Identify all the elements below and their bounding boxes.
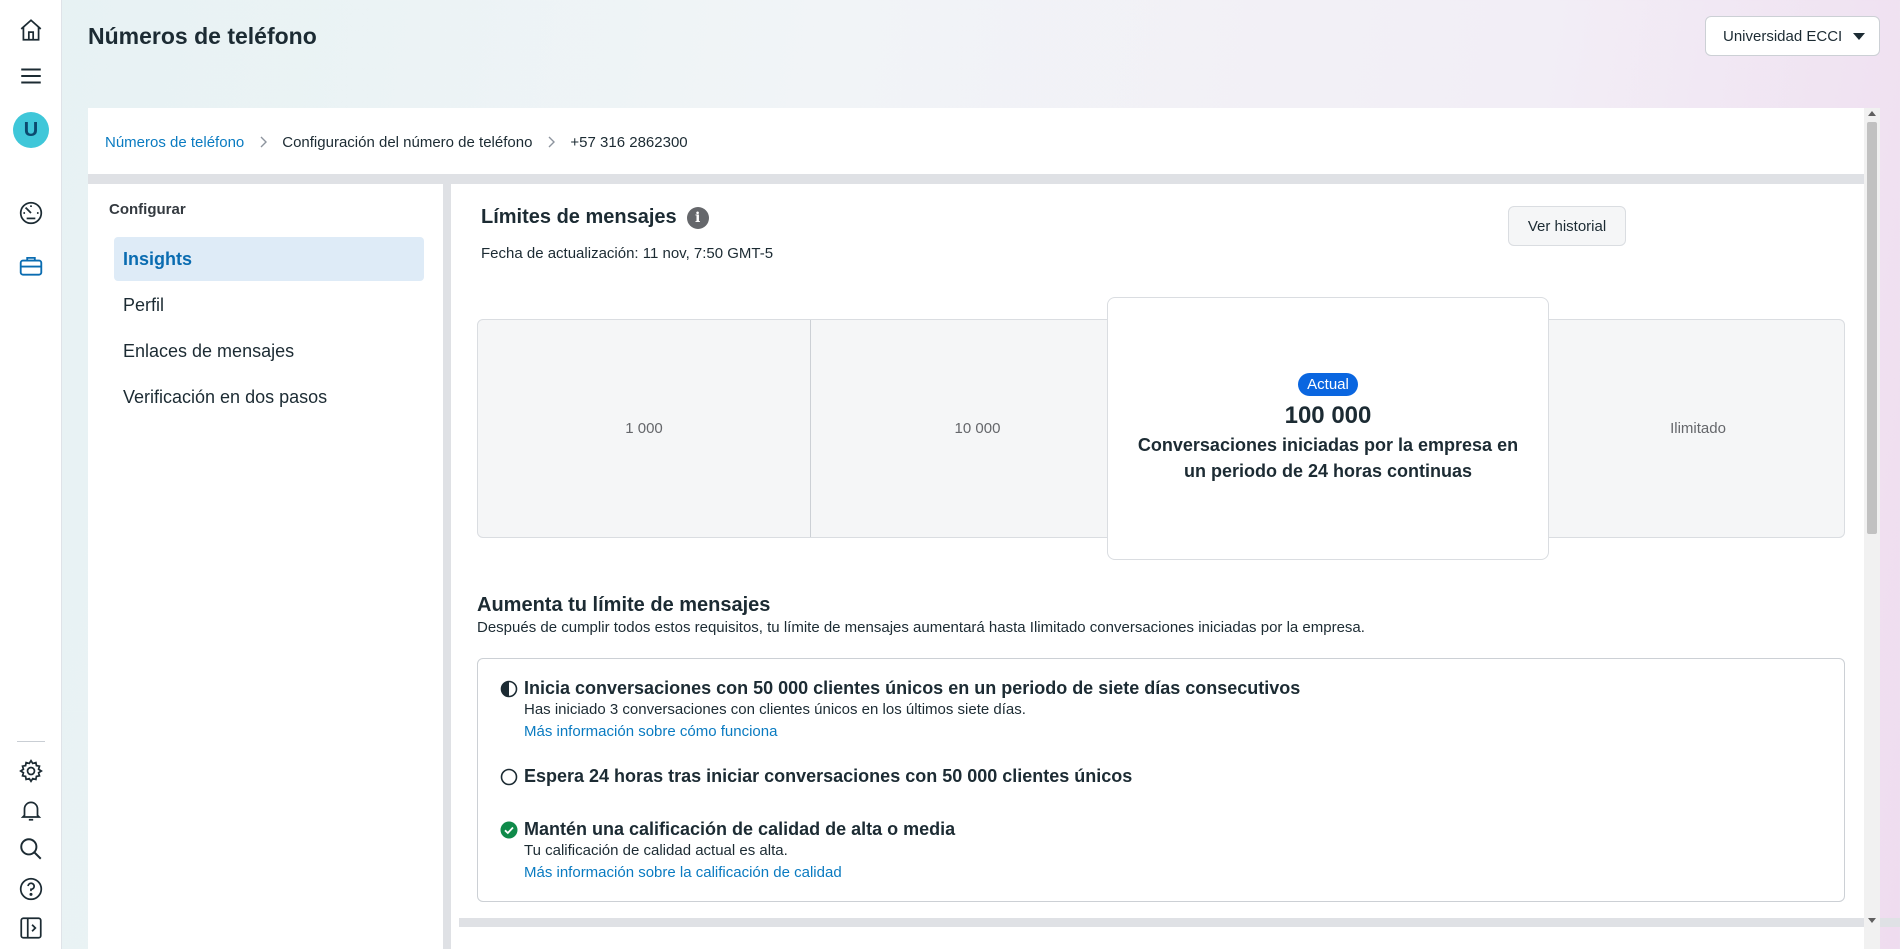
briefcase-icon[interactable] — [17, 252, 45, 280]
section-separator — [459, 918, 1900, 949]
limits-title: Límites de mensajes — [481, 206, 677, 228]
speedometer-icon[interactable] — [17, 199, 45, 227]
sidebar-item-message-links[interactable]: Enlaces de mensajes — [114, 329, 424, 373]
sidebar-heading: Configurar — [109, 201, 186, 218]
gear-icon[interactable] — [17, 757, 45, 785]
account-selector-label: Universidad ECCI — [1723, 27, 1843, 45]
avatar[interactable]: U — [13, 112, 49, 148]
requirement-text: Tu calificación de calidad actual es alt… — [524, 842, 788, 859]
requirement-title: Inicia conversaciones con 50 000 cliente… — [524, 678, 1301, 698]
learn-more-link[interactable]: Más información sobre cómo funciona — [524, 721, 1824, 743]
scroll-up-arrow-icon[interactable] — [1868, 111, 1876, 116]
vertical-scrollbar[interactable] — [1864, 108, 1880, 949]
breadcrumb-phone-numbers[interactable]: Números de teléfono — [105, 134, 244, 151]
current-badge: Actual — [1298, 373, 1358, 396]
scrollbar-thumb[interactable] — [1867, 122, 1877, 534]
page-title: Números de teléfono — [88, 23, 317, 49]
insights-content: Límites de mensajes i Fecha de actualiza… — [459, 184, 1900, 949]
requirement-text: Has iniciado 3 conversaciones con client… — [524, 701, 1026, 718]
check-circle-icon — [500, 821, 518, 839]
breadcrumb-phone-config[interactable]: Configuración del número de teléfono — [282, 134, 532, 151]
search-icon[interactable] — [17, 835, 45, 863]
tier-1000: 1 000 — [625, 420, 663, 437]
requirement-title: Mantén una calificación de calidad de al… — [524, 819, 956, 839]
requirements-box: Inicia conversaciones con 50 000 cliente… — [477, 658, 1845, 902]
current-tier-description: Conversaciones iniciadas por la empresa … — [1137, 435, 1519, 481]
account-selector[interactable]: Universidad ECCI — [1705, 16, 1880, 56]
menu-icon[interactable] — [17, 62, 45, 90]
tier-10000: 10 000 — [954, 420, 1001, 437]
sidebar-item-two-step[interactable]: Verificación en dos pasos — [114, 375, 424, 419]
empty-circle-icon — [500, 768, 518, 786]
tier-unlimited: Ilimitado — [1670, 420, 1726, 437]
increase-title: Aumenta tu límite de mensajes — [477, 594, 771, 616]
sidebar-item-insights[interactable]: Insights — [114, 237, 424, 281]
requirement-title: Espera 24 horas tras iniciar conversacio… — [524, 766, 1133, 786]
half-progress-icon — [500, 680, 518, 698]
main-panel: Números de teléfono Configuración del nú… — [88, 108, 1900, 949]
help-icon[interactable] — [17, 875, 45, 903]
info-icon[interactable]: i — [686, 206, 709, 229]
caret-down-icon — [1853, 33, 1865, 40]
breadcrumb-current-number: +57 316 2862300 — [570, 133, 688, 151]
updated-date: Fecha de actualización: 11 nov, 7:50 GMT… — [481, 245, 774, 262]
limits-section: Límites de mensajes i — [481, 206, 709, 229]
breadcrumb: Números de teléfono Configuración del nú… — [105, 130, 688, 154]
learn-more-link[interactable]: Más información sobre la calificación de… — [524, 862, 1824, 884]
increase-description: Después de cumplir todos estos requisito… — [477, 619, 1365, 636]
current-tier-card: Actual 100 000 Conversaciones iniciadas … — [1107, 297, 1549, 560]
scroll-down-arrow-icon[interactable] — [1868, 918, 1876, 923]
view-history-button[interactable]: Ver historial — [1508, 206, 1626, 246]
rail-divider — [17, 741, 45, 742]
chevron-right-icon — [258, 136, 268, 148]
current-tier-value: 100 000 — [1284, 402, 1372, 429]
separator — [88, 174, 1864, 184]
bell-icon[interactable] — [17, 796, 45, 824]
chevron-right-icon — [546, 136, 556, 148]
panel-toggle-icon[interactable] — [17, 914, 45, 942]
sidebar-item-profile[interactable]: Perfil — [114, 283, 424, 327]
left-nav-rail: U — [0, 0, 62, 949]
config-sidebar: Configurar Insights Perfil Enlaces de me… — [88, 184, 451, 949]
home-icon[interactable] — [17, 16, 45, 44]
